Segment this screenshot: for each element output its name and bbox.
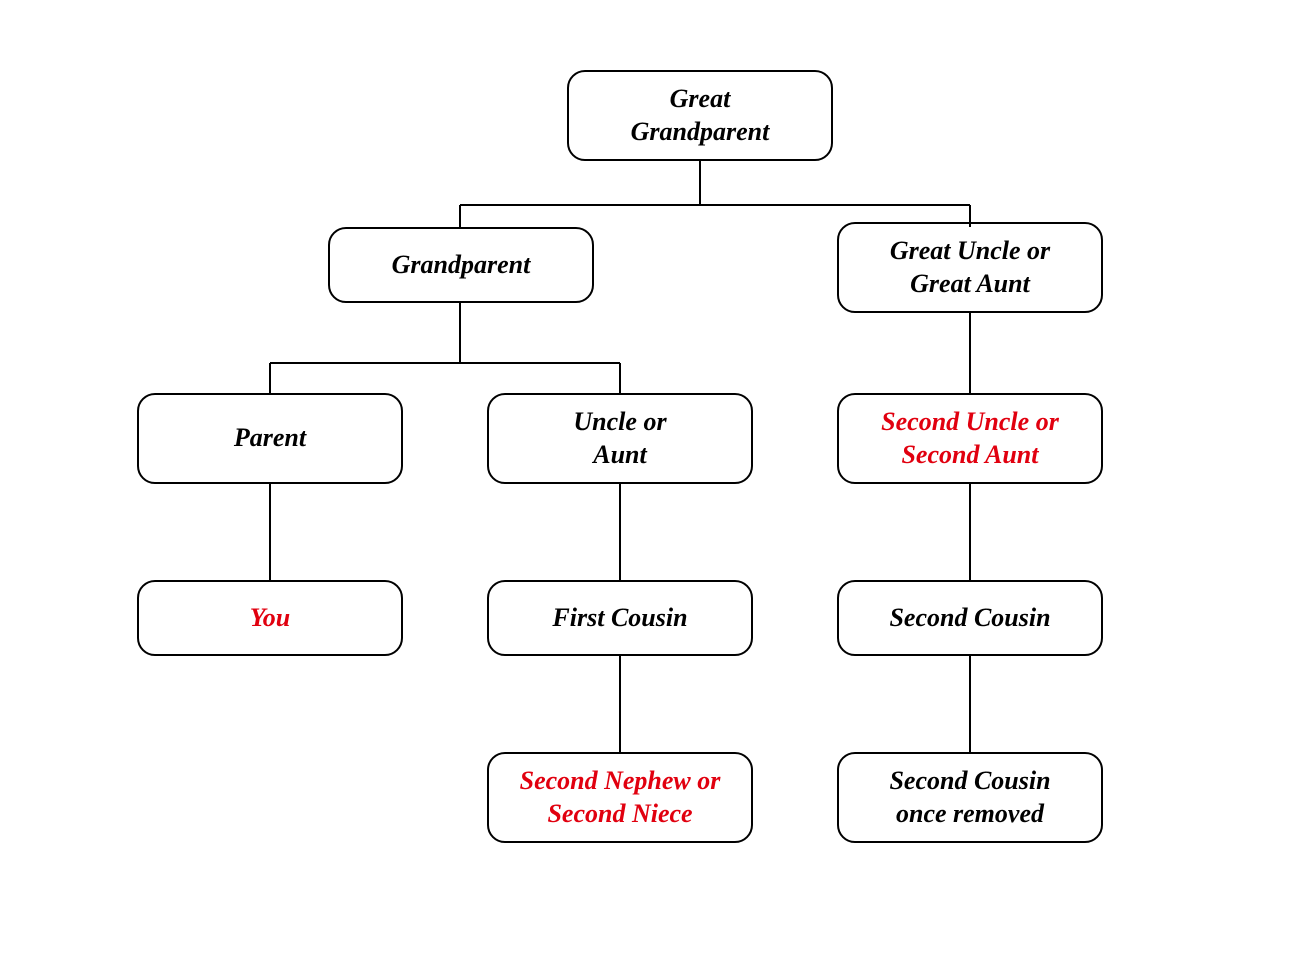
node-you: You bbox=[137, 580, 403, 656]
node-uncle-aunt: Uncle or Aunt bbox=[487, 393, 753, 484]
node-great-uncle-aunt: Great Uncle or Great Aunt bbox=[837, 222, 1103, 313]
family-tree-diagram: Great Grandparent Grandparent Great Uncl… bbox=[0, 0, 1300, 975]
node-parent: Parent bbox=[137, 393, 403, 484]
node-first-cousin: First Cousin bbox=[487, 580, 753, 656]
node-second-cousin-once-removed: Second Cousin once removed bbox=[837, 752, 1103, 843]
node-second-uncle-aunt: Second Uncle or Second Aunt bbox=[837, 393, 1103, 484]
node-second-nephew-niece: Second Nephew or Second Niece bbox=[487, 752, 753, 843]
node-second-cousin: Second Cousin bbox=[837, 580, 1103, 656]
node-grandparent: Grandparent bbox=[328, 227, 594, 303]
node-great-grandparent: Great Grandparent bbox=[567, 70, 833, 161]
